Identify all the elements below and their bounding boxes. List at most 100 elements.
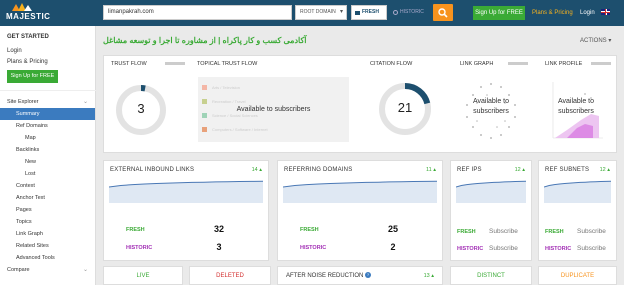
metric-count: 14 ▴ xyxy=(251,167,262,173)
sidebar-item-label: Map xyxy=(25,135,36,141)
scope-select-value: ROOT DOMAIN xyxy=(300,9,336,15)
sidebar-item-new[interactable]: New xyxy=(0,156,95,168)
metric-title: REF IPS xyxy=(457,167,482,173)
sidebar-item-label: Site Explorer xyxy=(7,99,39,105)
historic-label: HISTORIC xyxy=(545,246,572,252)
fresh-value: 25 xyxy=(387,224,398,234)
sidebar-item-site-explorer[interactable]: Site Explorer ⌄ xyxy=(0,96,95,108)
sidebar-item-label: Related Sites xyxy=(16,243,49,249)
deleted-tab[interactable]: DELETED xyxy=(189,266,271,285)
index-historic-toggle[interactable]: HISTORIC xyxy=(391,5,431,20)
sidebar-item-lost[interactable]: Lost xyxy=(0,168,95,180)
sidebar-item-label: Link Graph xyxy=(16,231,43,237)
historic-label: HISTORIC xyxy=(457,246,484,252)
trust-flow-label: TRUST FLOW xyxy=(111,61,147,67)
index-historic-label: HISTORIC xyxy=(400,9,424,15)
arrow-up-icon: ▴ xyxy=(520,167,525,173)
sidebar-signup-button[interactable]: Sign Up for FREE xyxy=(7,70,58,83)
logo-wordmark: MAJESTIC xyxy=(6,12,51,21)
sidebar-item-backlinks[interactable]: Backlinks xyxy=(0,144,95,156)
metric-card-ref-subnets[interactable]: REF SUBNETS 12 ▴ FRESH Subscribe HISTORIC Sub… xyxy=(538,160,617,261)
sidebar-item-label: Compare xyxy=(7,267,30,273)
fresh-label: FRESH xyxy=(126,227,145,233)
fresh-value[interactable]: Subscribe xyxy=(577,228,606,235)
sidebar-item-ref-domains[interactable]: Ref Domains xyxy=(0,120,95,132)
distinct-tab[interactable]: DISTINCT xyxy=(450,266,532,285)
sidebar-item-label: New xyxy=(25,159,37,165)
domain-search-input[interactable]: limanpakrah.com xyxy=(103,5,292,20)
topical-available-text: Available to subscribers xyxy=(236,106,311,113)
uk-flag-icon[interactable] xyxy=(601,9,610,15)
metric-sparkline xyxy=(456,180,526,203)
majestic-logo[interactable]: MAJESTIC xyxy=(6,3,50,23)
metric-sparkline xyxy=(544,180,611,203)
arrow-up-icon: ▴ xyxy=(257,167,262,173)
info-tag xyxy=(591,62,611,65)
chevron-down-icon: ▾ xyxy=(608,38,612,44)
index-fresh-toggle[interactable]: FRESH xyxy=(351,5,387,20)
topic-label: Computers / Software / Internet xyxy=(212,127,268,132)
sidebar-item-topics[interactable]: Topics xyxy=(0,216,95,228)
noise-reduction-count: 13 ▴ xyxy=(423,273,434,279)
topic-label: Recreation / Travel xyxy=(212,99,246,104)
metric-sparkline xyxy=(109,180,263,203)
historic-value[interactable]: Subscribe xyxy=(489,245,518,252)
sidebar-item-label: Lost xyxy=(25,171,36,177)
sidebar-item-related-sites[interactable]: Related Sites xyxy=(0,240,95,252)
historic-label: HISTORIC xyxy=(300,245,327,251)
actions-menu[interactable]: ACTIONS ▾ xyxy=(580,37,611,44)
metric-count: 12 ▴ xyxy=(514,167,525,173)
index-fresh-label: FRESH xyxy=(362,9,379,15)
fresh-value[interactable]: Subscribe xyxy=(489,228,518,235)
sidebar-item-label: Pages xyxy=(16,207,32,213)
sidebar-item-context[interactable]: Context xyxy=(0,180,95,192)
topic-color-swatch xyxy=(202,85,207,90)
arrow-up-icon: ▴ xyxy=(605,167,610,173)
sidebar-plans-link[interactable]: Plans & Pricing xyxy=(7,59,48,65)
login-link[interactable]: Login xyxy=(580,6,595,20)
sidebar-item-map[interactable]: Map xyxy=(0,132,95,144)
historic-value: 3 xyxy=(216,242,222,252)
noise-reduction-card[interactable]: AFTER NOISE REDUCTION ? 13 ▴ xyxy=(277,266,443,285)
historic-index-icon xyxy=(393,10,398,15)
historic-value[interactable]: Subscribe xyxy=(577,245,606,252)
metric-card-ref-ips[interactable]: REF IPS 12 ▴ FRESH Subscribe HISTORIC Subscri… xyxy=(450,160,532,261)
fresh-label: FRESH xyxy=(457,229,476,235)
search-button[interactable] xyxy=(433,4,453,21)
sidebar-item-link-graph[interactable]: Link Graph xyxy=(0,228,95,240)
duplicate-tab[interactable]: DUPLICATE xyxy=(538,266,617,285)
scope-select[interactable]: ROOT DOMAIN ▾ xyxy=(295,5,347,20)
sidebar-item-label: Topics xyxy=(16,219,32,225)
topic-color-swatch xyxy=(202,127,207,132)
sidebar-item-label: Ref Domains xyxy=(16,123,48,129)
metric-card-referring-domains[interactable]: REFERRING DOMAINS 11 ▴ FRESH 25 HISTORIC 2 xyxy=(277,160,443,261)
metric-card-external-inbound-links[interactable]: EXTERNAL INBOUND LINKS 14 ▴ FRESH 32 HISTORI… xyxy=(103,160,269,261)
sidebar-item-advanced-tools[interactable]: Advanced Tools xyxy=(0,252,95,264)
logo-mark-icon xyxy=(12,3,32,11)
link-profile-available-line2: subscribers xyxy=(558,108,594,115)
sidebar-item-label: Advanced Tools xyxy=(16,255,55,261)
chevron-down-icon: ▾ xyxy=(339,9,343,15)
sidebar-item-anchor-text[interactable]: Anchor Text xyxy=(0,192,95,204)
link-graph-available-line2: subscribers xyxy=(473,108,509,115)
live-tab[interactable]: LIVE xyxy=(103,266,183,285)
sidebar-item-label: Backlinks xyxy=(16,147,40,153)
topic-color-swatch xyxy=(202,99,207,104)
sidebar-item-compare[interactable]: Compare ⌄ xyxy=(0,264,95,276)
info-tag xyxy=(508,62,528,65)
fresh-label: FRESH xyxy=(545,229,564,235)
signup-button[interactable]: Sign Up for FREE xyxy=(473,6,525,20)
sidebar-item-pages[interactable]: Pages xyxy=(0,204,95,216)
sidebar-item-summary[interactable]: Summary xyxy=(0,108,95,120)
plans-pricing-link[interactable]: Plans & Pricing xyxy=(532,6,573,20)
overview-card xyxy=(103,55,617,153)
page-title: آکادمی کسب و کار پاکراه | از مشاوره تا ا… xyxy=(103,36,307,45)
sidebar-login-link[interactable]: Login xyxy=(7,48,22,54)
divider xyxy=(0,90,96,91)
link-graph-label: LINK GRAPH xyxy=(460,61,494,67)
historic-label: HISTORIC xyxy=(126,245,153,251)
info-icon: ? xyxy=(365,272,372,279)
get-started-heading: GET STARTED xyxy=(7,34,49,40)
metric-title: REF SUBNETS xyxy=(545,167,590,173)
sidebar: GET STARTED Login Plans & Pricing Sign U… xyxy=(0,26,96,285)
